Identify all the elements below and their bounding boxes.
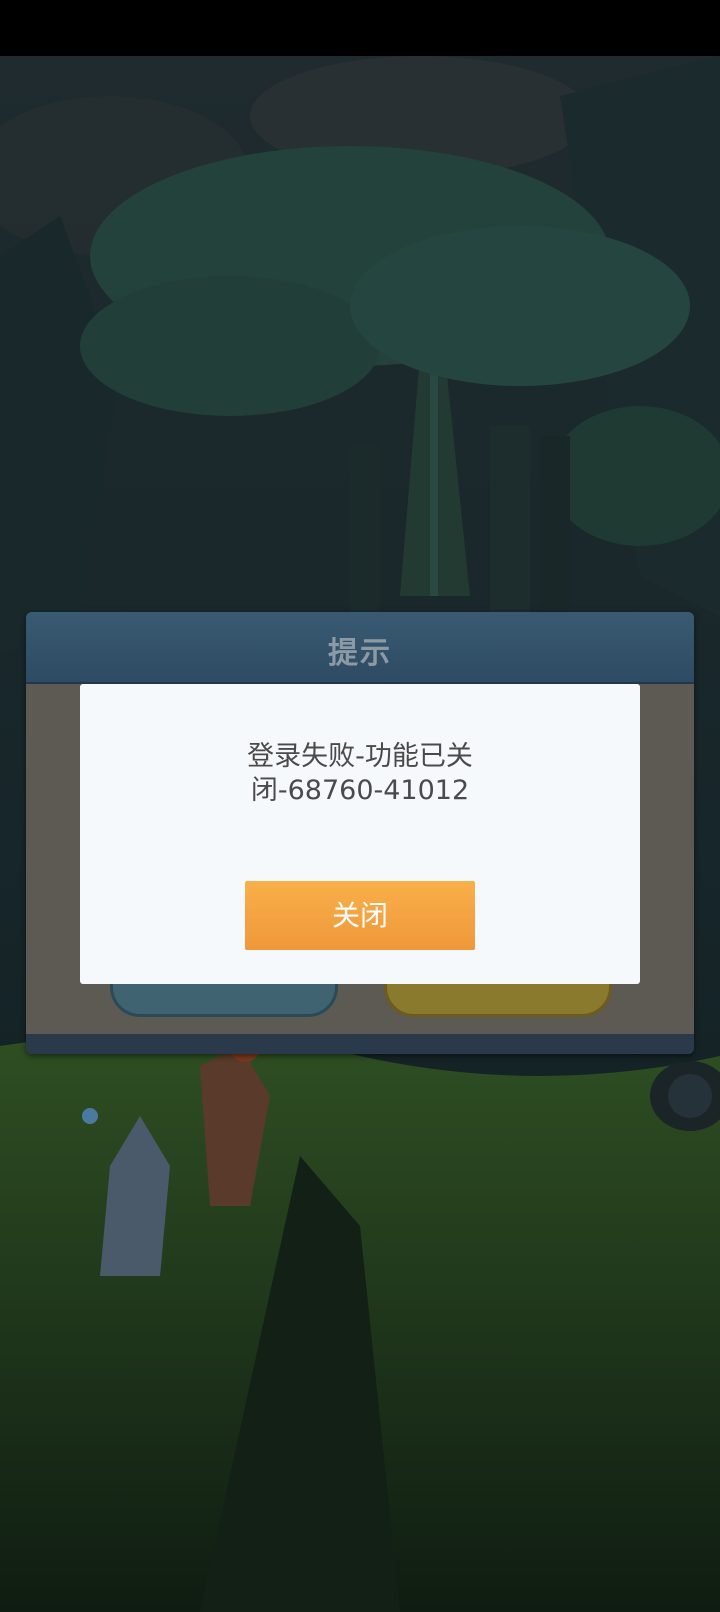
error-message-line-2: 闭-68760-41012 — [250, 775, 470, 806]
close-button[interactable]: 关闭 — [245, 881, 475, 950]
error-modal: 登录失败-功能已关 闭-68760-41012 关闭 — [80, 684, 640, 984]
error-message: 登录失败-功能已关 闭-68760-41012 — [120, 740, 600, 808]
status-bar — [0, 0, 720, 56]
game-dialog-header: 提示 — [26, 612, 694, 684]
game-dialog-footer — [26, 1034, 694, 1054]
error-message-line-1: 登录失败-功能已关 — [247, 741, 473, 772]
game-dialog-title: 提示 — [328, 636, 392, 671]
